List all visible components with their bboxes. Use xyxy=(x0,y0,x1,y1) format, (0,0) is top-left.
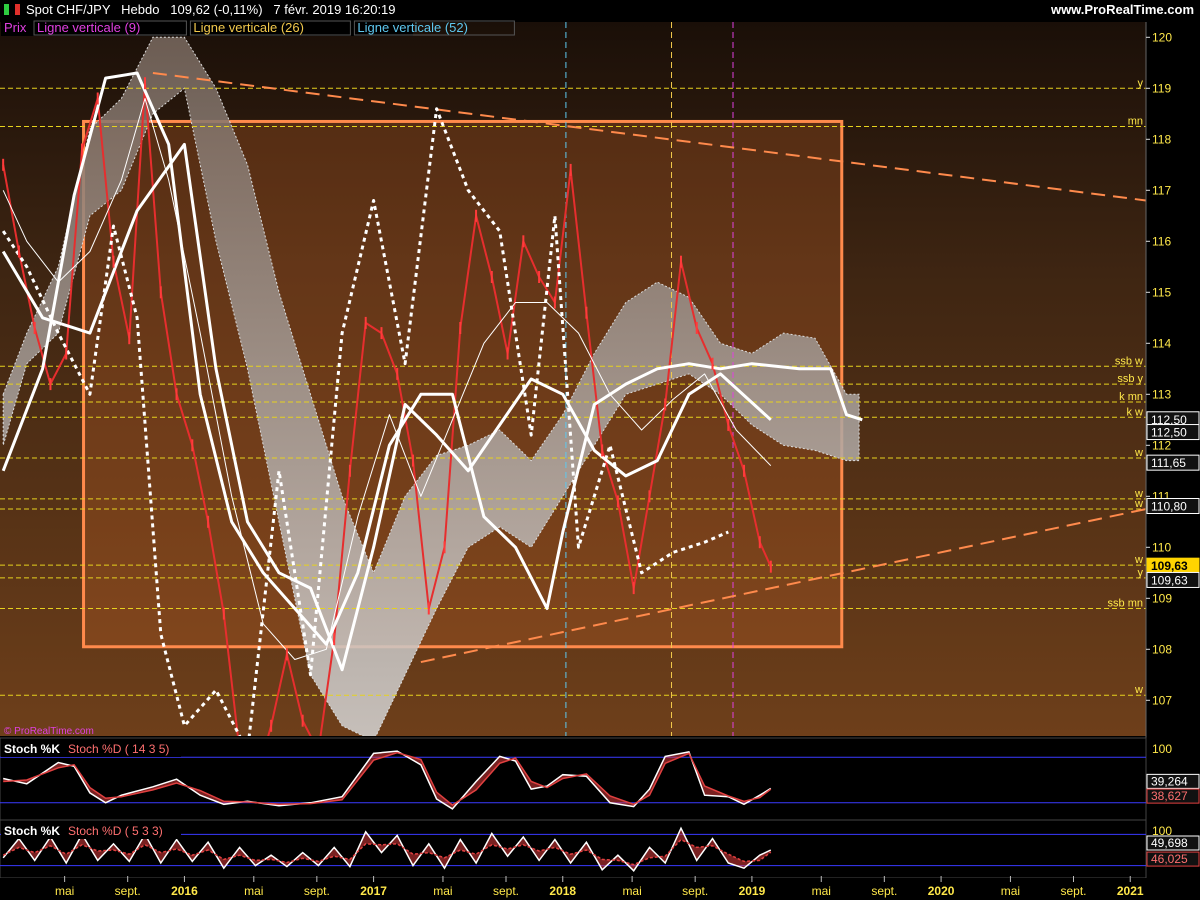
price-tick-label-10: 117 xyxy=(1152,183,1171,197)
level-label-2: ssb w xyxy=(1115,355,1143,367)
time-tick-label-9: mai xyxy=(622,884,641,898)
level-label-11: ssb mn xyxy=(1108,598,1143,610)
stoch5-header-d: Stoch %D ( 5 3 3) xyxy=(68,824,163,838)
price-tick-label-11: 118 xyxy=(1152,132,1171,146)
stoch14-header-d: Stoch %D ( 14 3 5) xyxy=(68,742,169,756)
legend-price-label: Prix xyxy=(4,20,27,35)
stoch5-last-value-0: 49,698 xyxy=(1151,836,1188,850)
price-tick-label-13: 120 xyxy=(1152,30,1172,44)
level-label-6: w xyxy=(1134,447,1143,459)
price-box-label-2: 111,65 xyxy=(1151,456,1186,470)
price-tick-label-9: 116 xyxy=(1152,234,1171,248)
time-tick-label-13: sept. xyxy=(871,884,897,898)
status-icon-up xyxy=(4,4,9,15)
time-tick-label-1: sept. xyxy=(115,884,141,898)
level-label-8: w xyxy=(1134,498,1143,510)
status-icon-down xyxy=(15,4,20,15)
stoch5-last-value-1: 46,025 xyxy=(1151,852,1188,866)
time-axis: mai sept. 2016 mai sept. 2017 mai sept. 2018 mai s… xyxy=(0,876,1200,900)
time-tick-label-7: sept. xyxy=(493,884,519,898)
legend-item-label-0: Ligne verticale (9) xyxy=(37,20,140,35)
price-axis-background xyxy=(1146,22,1200,736)
chart-header: Spot CHF/JPY Hebdo 109,62 (-0,11%) 7 fév… xyxy=(0,0,1200,20)
time-tick-label-6: mai xyxy=(433,884,452,898)
time-tick-label-17: 2021 xyxy=(1117,884,1144,898)
stoch14-header-k: Stoch %K xyxy=(4,742,60,756)
level-label-4: k mn xyxy=(1119,391,1143,403)
time-tick-label-14: 2020 xyxy=(928,884,955,898)
price-tick-label-6: 113 xyxy=(1152,387,1171,401)
time-tick-label-0: mai xyxy=(55,884,74,898)
stoch14-last-value-0: 39,264 xyxy=(1151,774,1188,788)
price-box-label-5: 109,63 xyxy=(1151,573,1188,587)
price-tick-label-5: 112 xyxy=(1152,438,1171,452)
price-tick-label-2: 109 xyxy=(1152,591,1172,605)
price-tick-label-0: 107 xyxy=(1152,693,1172,707)
time-tick-label-16: sept. xyxy=(1060,884,1086,898)
level-label-9: w xyxy=(1134,554,1143,566)
time-tick-label-15: mai xyxy=(1001,884,1020,898)
level-label-5: k w xyxy=(1127,406,1144,418)
time-tick-label-12: mai xyxy=(812,884,831,898)
price-box-label-1: 112,50 xyxy=(1151,426,1187,440)
stoch-5-axis: 10049,69846,025 xyxy=(1146,822,1200,878)
chart-title: Spot CHF/JPY Hebdo 109,62 (-0,11%) 7 fév… xyxy=(4,2,396,17)
level-label-1: mn xyxy=(1128,116,1143,128)
chart-title-text: Spot CHF/JPY Hebdo 109,62 (-0,11%) 7 fév… xyxy=(26,2,396,17)
legend-item-label-1: Ligne verticale (26) xyxy=(193,20,304,35)
time-tick-label-10: sept. xyxy=(682,884,708,898)
price-box-label-3: 110,80 xyxy=(1151,500,1187,514)
stoch-14-axis: 100 39,26438,627 xyxy=(1146,740,1200,820)
chart-canvas[interactable]: ymnssb wssb yk mnk wwwwwyssb mnw© ProRea… xyxy=(0,20,1200,900)
site-name: www.ProRealTime.com xyxy=(1050,2,1194,17)
time-tick-label-2: 2016 xyxy=(171,884,198,898)
chart-legend: Prix Ligne verticale (9) Ligne verticale (… xyxy=(1,20,515,36)
price-tick-label-7: 114 xyxy=(1152,336,1171,350)
time-tick-label-3: mai xyxy=(244,884,263,898)
level-label-10: y xyxy=(1138,567,1144,579)
stoch5-header-k: Stoch %K xyxy=(4,824,60,838)
price-tick-label-3: 110 xyxy=(1152,540,1171,554)
time-tick-label-11: 2019 xyxy=(739,884,766,898)
price-box-label-4: 109,63 xyxy=(1151,559,1188,573)
price-tick-label-1: 108 xyxy=(1152,642,1172,656)
price-tick-label-12: 119 xyxy=(1152,81,1171,95)
time-tick-label-4: sept. xyxy=(304,884,330,898)
watermark: © ProRealTime.com xyxy=(4,726,94,737)
stoch14-top-tick: 100 xyxy=(1152,742,1172,756)
legend-item-label-2: Ligne verticale (52) xyxy=(357,20,468,35)
time-tick-label-5: 2017 xyxy=(360,884,387,898)
price-tick-label-8: 115 xyxy=(1152,285,1171,299)
stoch14-last-value-1: 38,627 xyxy=(1151,789,1188,803)
level-label-12: w xyxy=(1134,684,1143,696)
time-tick-label-8: 2018 xyxy=(549,884,576,898)
level-label-0: y xyxy=(1138,77,1144,89)
level-label-3: ssb y xyxy=(1117,373,1143,385)
